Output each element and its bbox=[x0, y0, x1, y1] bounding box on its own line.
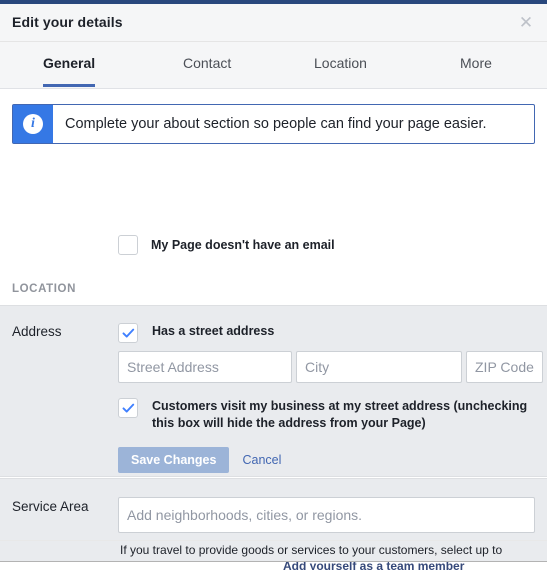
no-email-checkbox[interactable] bbox=[118, 235, 138, 255]
address-panel: Address Has a street address Street Addr… bbox=[0, 305, 547, 477]
dialog-title: Edit your details bbox=[12, 14, 123, 30]
edit-details-dialog: Edit your details ✕ General Contact Loca… bbox=[0, 4, 547, 570]
tab-contact[interactable]: Contact bbox=[183, 55, 231, 87]
zip-code-input[interactable] bbox=[466, 351, 543, 383]
has-street-address-row: Has a street address bbox=[118, 323, 274, 343]
dialog-header: Edit your details ✕ bbox=[0, 4, 547, 42]
customers-visit-label: Customers visit my business at my street… bbox=[152, 399, 528, 430]
service-area-input[interactable] bbox=[118, 497, 535, 533]
info-icon: i bbox=[23, 114, 43, 134]
close-icon[interactable]: ✕ bbox=[516, 13, 536, 33]
screenshot-root: Edit your details ✕ General Contact Loca… bbox=[0, 0, 547, 570]
section-heading-location: LOCATION bbox=[12, 283, 76, 295]
service-area-row-label: Service Area bbox=[12, 499, 89, 514]
city-input[interactable] bbox=[296, 351, 462, 383]
has-street-address-label: Has a street address bbox=[152, 324, 275, 338]
address-row-label: Address bbox=[12, 324, 62, 339]
background-page-text: Add yourself as a team member bbox=[283, 561, 465, 570]
check-icon bbox=[122, 328, 134, 338]
dialog-bottom-edge bbox=[0, 540, 547, 541]
address-actions: Save Changes Cancel bbox=[118, 447, 281, 473]
email-checkbox-row: My Page doesn't have an email bbox=[0, 233, 547, 257]
tab-location[interactable]: Location bbox=[314, 55, 367, 87]
check-icon bbox=[122, 403, 134, 413]
info-banner: i Complete your about section so people … bbox=[12, 104, 535, 144]
tab-more[interactable]: More bbox=[460, 55, 492, 87]
info-banner-message: Complete your about section so people ca… bbox=[65, 116, 487, 132]
address-save-changes-button[interactable]: Save Changes bbox=[118, 447, 230, 473]
dialog-body: My Page doesn't have an email i Complete… bbox=[0, 89, 547, 570]
customers-visit-checkbox[interactable] bbox=[118, 398, 138, 418]
service-area-panel: Service Area If you travel to provide go… bbox=[0, 478, 547, 570]
tab-general[interactable]: General bbox=[43, 55, 96, 87]
address-inputs-row bbox=[118, 351, 543, 383]
background-page-peek: Add yourself as a team member bbox=[0, 561, 547, 570]
customers-visit-row: Customers visit my business at my street… bbox=[118, 398, 532, 432]
street-address-input[interactable] bbox=[118, 351, 292, 383]
no-email-label: My Page doesn't have an email bbox=[151, 238, 335, 252]
tab-bar: General Contact Location More bbox=[0, 42, 547, 89]
info-icon-container: i bbox=[13, 105, 53, 143]
address-cancel-link[interactable]: Cancel bbox=[242, 453, 281, 467]
has-street-address-checkbox[interactable] bbox=[118, 323, 138, 343]
